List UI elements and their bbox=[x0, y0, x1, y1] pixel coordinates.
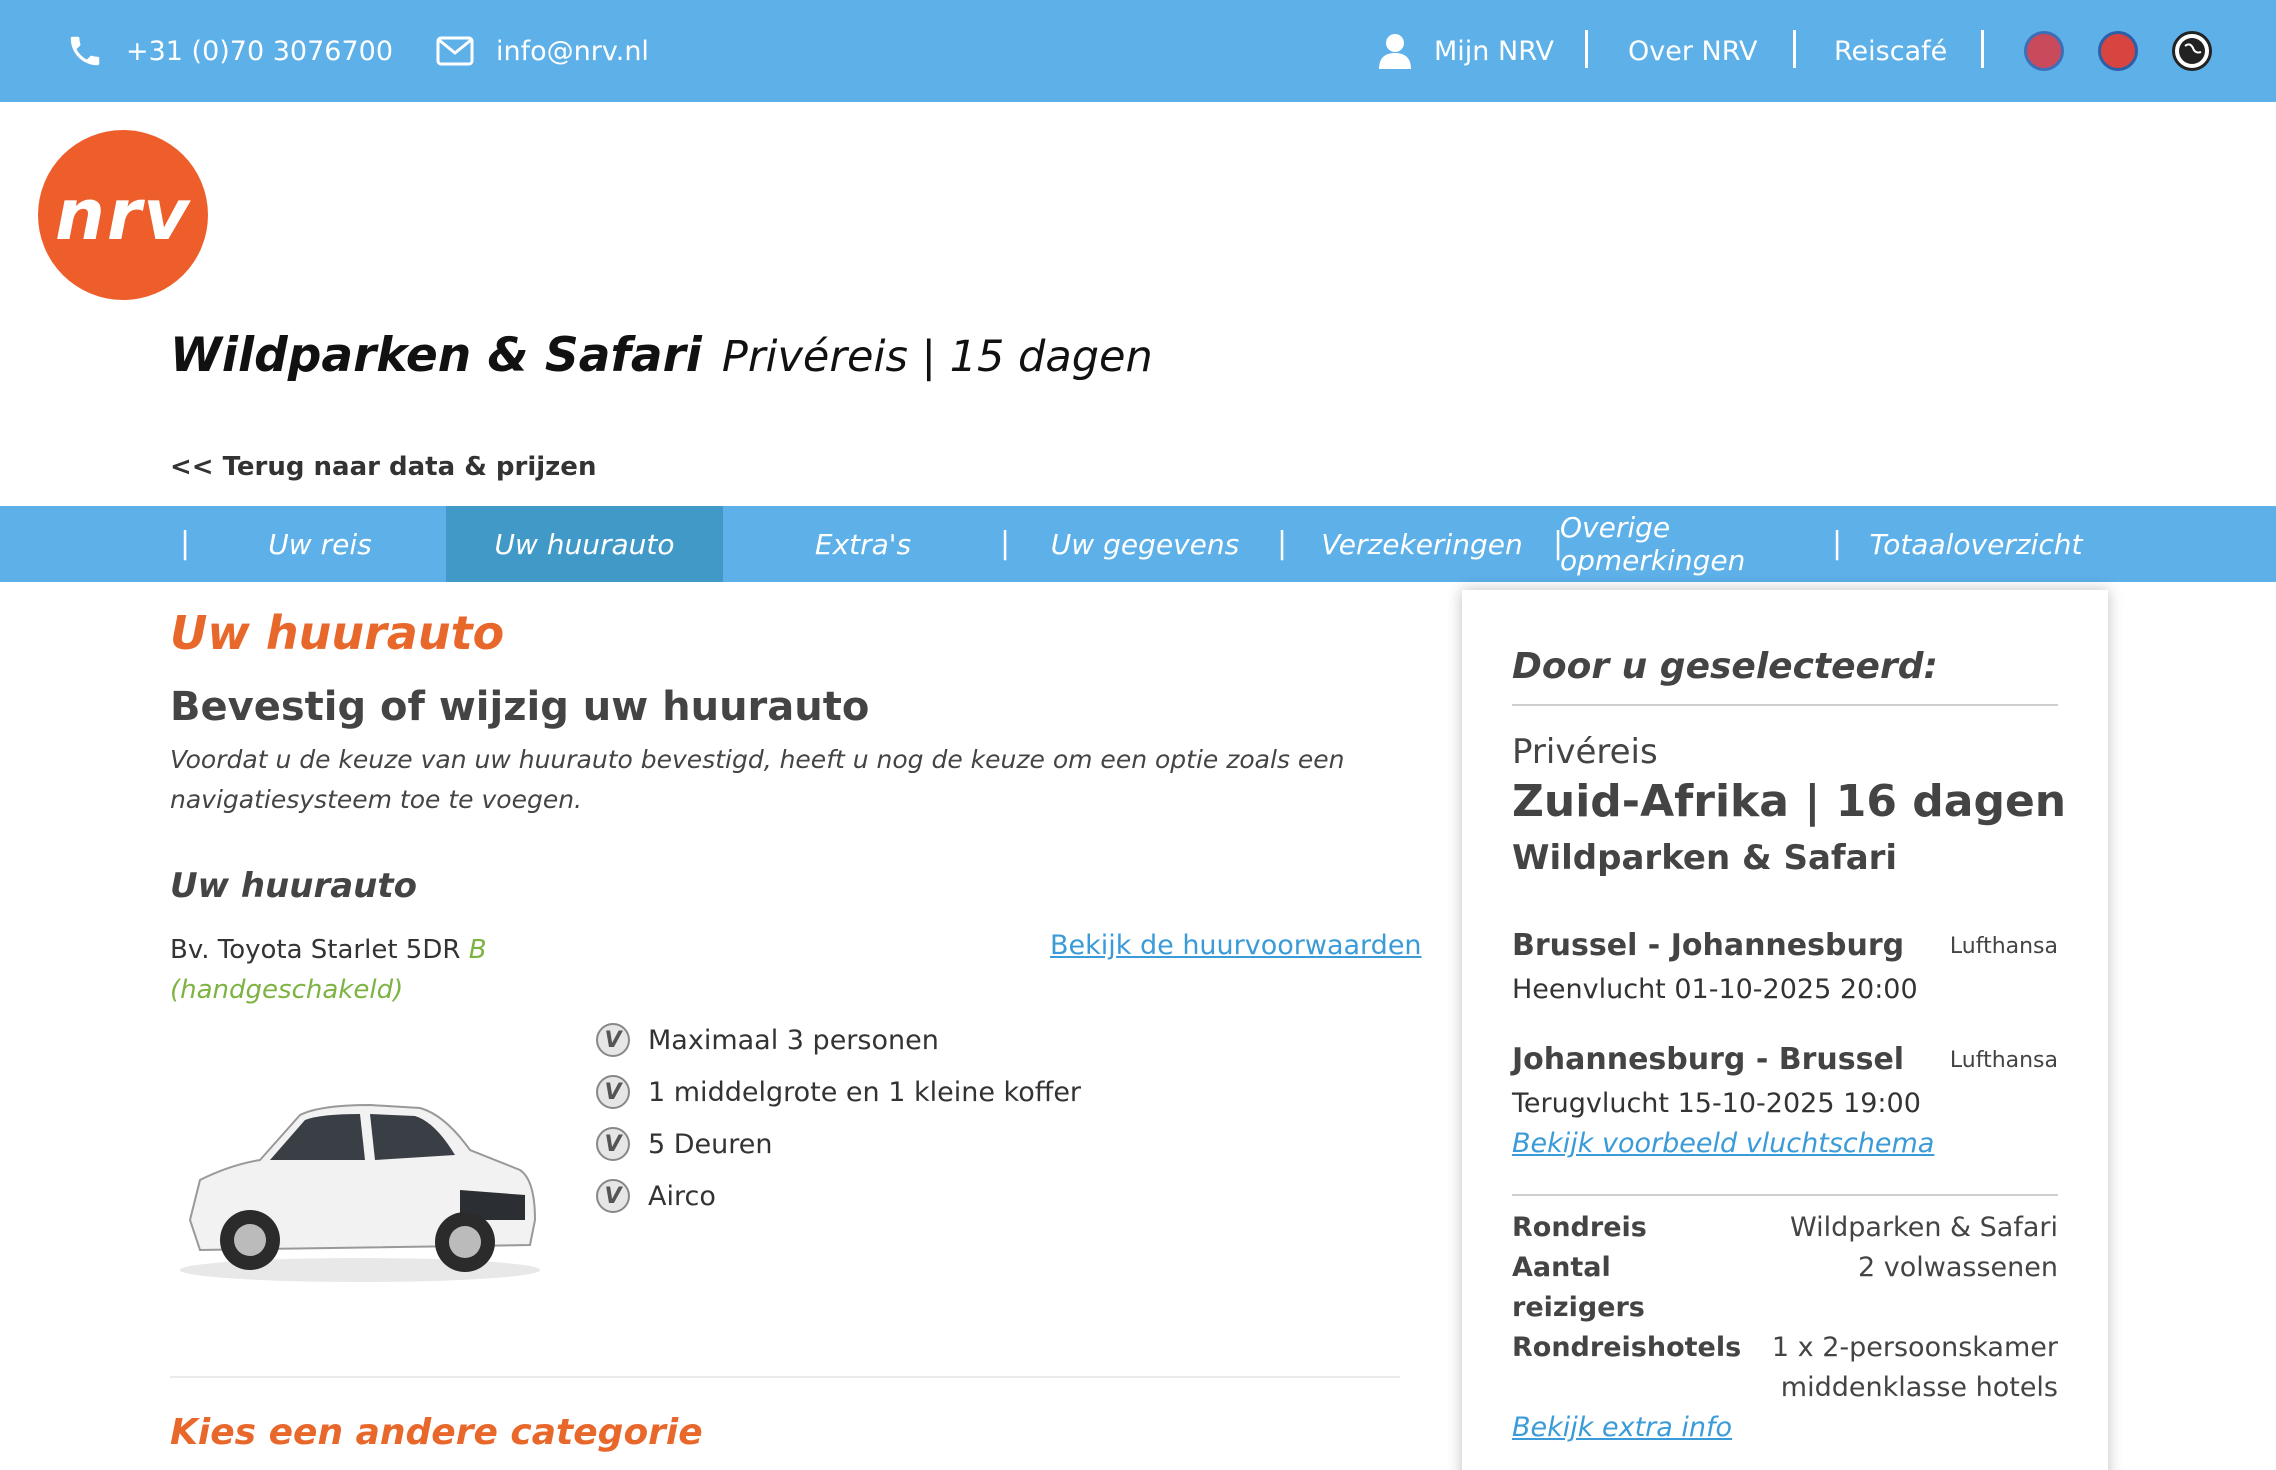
check-icon: V bbox=[596, 1023, 630, 1057]
hotels-label: Rondreishotels bbox=[1512, 1332, 1742, 1363]
rental-terms-link[interactable]: Bekijk de huurvoorwaarden bbox=[1050, 930, 1422, 961]
check-icon: V bbox=[596, 1127, 630, 1161]
check-icon: V bbox=[596, 1179, 630, 1213]
tab-verzekeringen[interactable]: Verzekeringen bbox=[1287, 506, 1557, 582]
divider bbox=[1793, 30, 1796, 68]
trip-title-sub: Privéreis | 15 dagen bbox=[721, 332, 1153, 382]
back-to-dates-link[interactable]: << Terug naar data & prijzen bbox=[170, 452, 596, 482]
car-model: Bv. Toyota Starlet 5DR bbox=[170, 935, 461, 965]
phone-number: +31 (0)70 3076700 bbox=[126, 35, 393, 67]
car-features-list: V Maximaal 3 personen V 1 middelgrote en 1… bbox=[596, 1014, 1081, 1222]
phone-icon bbox=[70, 36, 100, 66]
email-link[interactable]: info@nrv.nl bbox=[436, 0, 649, 102]
car-name: Bv. Toyota Starlet 5DR B (handgeschakeld… bbox=[170, 930, 487, 1010]
email-address: info@nrv.nl bbox=[496, 35, 649, 67]
outbound-airline: Lufthansa bbox=[1949, 934, 2058, 959]
globe-badge-icon[interactable] bbox=[2172, 31, 2212, 71]
travelers-label-line2: reizigers bbox=[1512, 1292, 1645, 1323]
mijn-nrv-label: Mijn NRV bbox=[1434, 35, 1554, 67]
trip-title-main: Wildparken & Safari bbox=[170, 328, 702, 383]
inbound-details: Terugvlucht 15-10-2025 19:00 bbox=[1512, 1088, 1921, 1119]
booking-steps-nav: | Uw reis Uw huurauto Extra's | Uw gegev… bbox=[0, 506, 2276, 582]
feature-label: Airco bbox=[648, 1180, 716, 1212]
tab-uw-gegevens[interactable]: Uw gegevens bbox=[1010, 506, 1280, 582]
flight-schedule-link[interactable]: Bekijk voorbeeld vluchtschema bbox=[1512, 1128, 1934, 1159]
over-nrv-link[interactable]: Over NRV bbox=[1628, 0, 1757, 102]
tab-uw-reis[interactable]: Uw reis bbox=[190, 506, 450, 582]
divider bbox=[1585, 30, 1588, 68]
other-category-heading[interactable]: Kies een andere categorie bbox=[170, 1412, 703, 1453]
section-divider bbox=[170, 1376, 1400, 1378]
summary-title: Door u geselecteerd: bbox=[1512, 646, 1938, 687]
nrv-logo[interactable]: nrv bbox=[38, 130, 208, 300]
step-separator: | bbox=[180, 526, 191, 561]
phone-link[interactable]: +31 (0)70 3076700 bbox=[66, 0, 393, 102]
logo-text: nrv bbox=[55, 174, 191, 256]
rondreis-value: Wildparken & Safari bbox=[1790, 1212, 2058, 1243]
anvr-badge-icon[interactable] bbox=[2024, 31, 2064, 71]
travelers-value: 2 volwassenen bbox=[1858, 1252, 2058, 1283]
selection-summary-panel: Door u geselecteerd: Privéreis Zuid-Afri… bbox=[1462, 590, 2108, 1470]
divider bbox=[1512, 704, 2058, 706]
step-separator: | bbox=[1000, 526, 1011, 561]
travelers-label-line1: Aantal bbox=[1512, 1252, 1611, 1283]
divider bbox=[1512, 1194, 2058, 1196]
feature-item: V Maximaal 3 personen bbox=[596, 1014, 1081, 1066]
user-icon bbox=[1379, 34, 1411, 69]
hotels-value-line2: middenklasse hotels bbox=[1780, 1372, 2058, 1403]
feature-label: Maximaal 3 personen bbox=[648, 1024, 939, 1056]
trip-name: Wildparken & Safari bbox=[1512, 838, 1898, 878]
car-heading: Uw huurauto bbox=[170, 866, 417, 906]
destination: Zuid-Afrika | 16 dagen bbox=[1512, 776, 2067, 827]
trip-title: Wildparken & Safari Privéreis | 15 dagen bbox=[170, 328, 1153, 383]
step-separator: | bbox=[1277, 526, 1288, 561]
tab-overige-opmerkingen[interactable]: Overige opmerkingen bbox=[1560, 506, 1836, 582]
inbound-airline: Lufthansa bbox=[1949, 1048, 2058, 1073]
mail-icon bbox=[436, 36, 474, 66]
section-title: Uw huurauto bbox=[170, 606, 505, 660]
outbound-details: Heenvlucht 01-10-2025 20:00 bbox=[1512, 974, 1918, 1005]
intro-text: Voordat u de keuze van uw huurauto beves… bbox=[170, 745, 1345, 814]
feature-label: 1 middelgrote en 1 kleine koffer bbox=[648, 1076, 1082, 1108]
check-icon: V bbox=[596, 1075, 630, 1109]
feature-item: V 5 Deuren bbox=[596, 1118, 1081, 1170]
hotels-value-line1: 1 x 2-persoonskamer bbox=[1771, 1332, 2058, 1363]
reiscafe-link[interactable]: Reiscafé bbox=[1834, 0, 1947, 102]
car-transmission: (handgeschakeld) bbox=[170, 975, 404, 1005]
car-image bbox=[180, 1103, 540, 1282]
extra-info-link[interactable]: Bekijk extra info bbox=[1512, 1412, 1732, 1443]
outbound-route: Brussel - Johannesburg bbox=[1512, 928, 1905, 963]
feature-item: V Airco bbox=[596, 1170, 1081, 1222]
tab-extras[interactable]: Extra's bbox=[723, 506, 1003, 582]
divider bbox=[1981, 30, 1984, 68]
feature-label: 5 Deuren bbox=[648, 1128, 773, 1160]
car-class: B bbox=[468, 935, 487, 965]
sgr-badge-icon[interactable] bbox=[2098, 31, 2138, 71]
feature-item: V 1 middelgrote en 1 kleine koffer bbox=[596, 1066, 1081, 1118]
over-nrv-label: Over NRV bbox=[1628, 35, 1758, 67]
top-contact-bar: +31 (0)70 3076700 info@nrv.nl Mijn NRV O… bbox=[0, 0, 2276, 102]
trip-type: Privéreis bbox=[1512, 732, 1658, 772]
rondreis-label: Rondreis bbox=[1512, 1212, 1647, 1243]
tab-uw-huurauto[interactable]: Uw huurauto bbox=[446, 506, 723, 582]
tab-totaaloverzicht[interactable]: Totaaloverzicht bbox=[1840, 506, 2112, 582]
page-heading: Bevestig of wijzig uw huurauto bbox=[170, 684, 870, 730]
mijn-nrv-link[interactable]: Mijn NRV bbox=[1378, 0, 1554, 102]
inbound-route: Johannesburg - Brussel bbox=[1512, 1042, 1905, 1077]
reiscafe-label: Reiscafé bbox=[1834, 35, 1948, 67]
